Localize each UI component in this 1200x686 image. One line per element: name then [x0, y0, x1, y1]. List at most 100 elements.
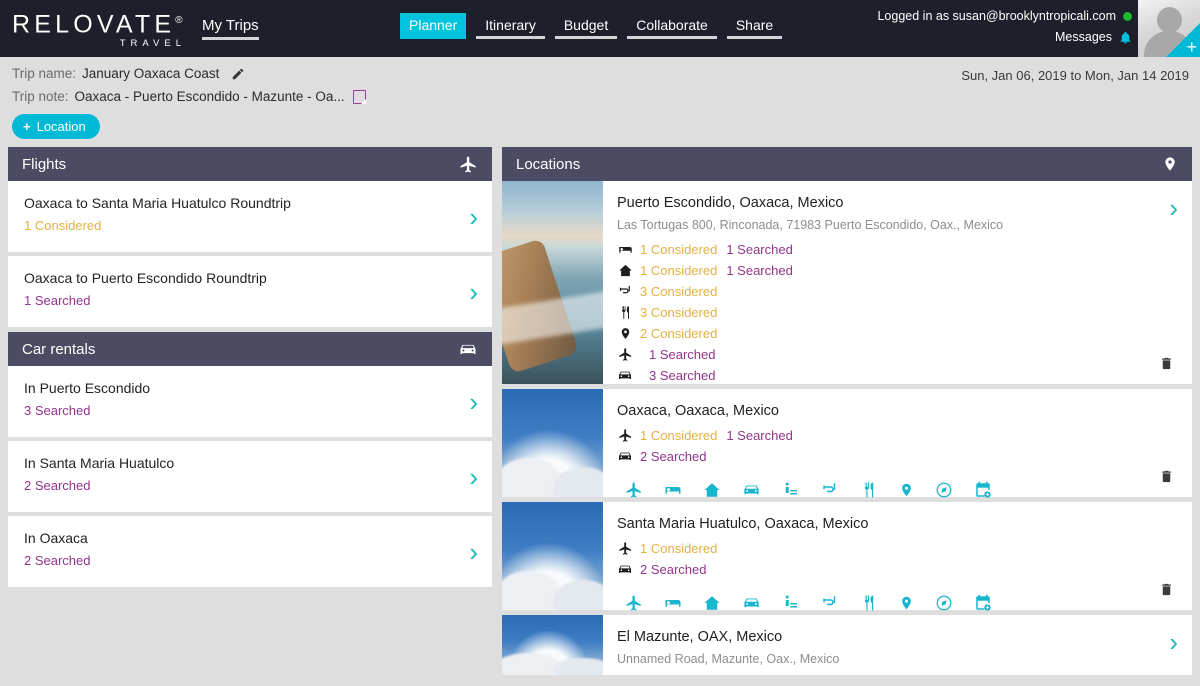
logged-in-label: Logged in as susan@brooklyntropicali.com	[877, 9, 1116, 23]
action-activity-icon[interactable]	[782, 481, 800, 499]
flight-item[interactable]: Oaxaca to Santa Maria Huatulco Roundtrip…	[8, 181, 492, 252]
left-column: Flights Oaxaca to Santa Maria Huatulco R…	[8, 147, 492, 675]
action-compass-icon[interactable]	[935, 481, 953, 499]
considered-count: 1 Considered	[640, 540, 718, 556]
chevron-right-icon[interactable]: ›	[1169, 195, 1178, 221]
car-rental-item-title: In Puerto Escondido	[24, 380, 151, 396]
location-stat-row: 1 Considered 1 Searched	[617, 426, 1176, 444]
location-stat-row: 3 Searched	[617, 366, 1176, 384]
location-card[interactable]: Santa Maria Huatulco, Oaxaca, Mexico 1 C…	[502, 502, 1192, 612]
trip-info-bar: Trip name: January Oaxaca Coast Trip not…	[0, 57, 1200, 147]
flights-panel-header: Flights	[8, 147, 492, 181]
messages-link[interactable]: Messages	[1055, 27, 1112, 48]
considered-count: 3 Considered	[640, 283, 718, 299]
searched-count: 2 Searched	[640, 561, 707, 577]
action-map-pin-icon[interactable]	[899, 481, 914, 499]
location-name: Oaxaca, Oaxaca, Mexico	[617, 403, 779, 419]
car-rentals-panel-header: Car rentals	[8, 332, 492, 366]
location-thumbnail	[502, 181, 603, 384]
note-icon[interactable]	[352, 89, 366, 104]
location-thumbnail	[502, 389, 603, 497]
avatar[interactable]: +	[1138, 0, 1200, 57]
location-stat-row: 2 Searched	[617, 560, 1176, 578]
house-icon	[617, 263, 633, 278]
chevron-right-icon[interactable]: ›	[469, 464, 478, 490]
trip-note-label: Trip note:	[12, 89, 69, 104]
trip-note-value: Oaxaca - Puerto Escondido - Mazunte - Oa…	[74, 89, 345, 104]
locations-panel-title: Locations	[516, 155, 581, 173]
car-rental-item[interactable]: In Santa Maria Huatulco 2 Searched ›	[8, 441, 492, 512]
location-card[interactable]: Puerto Escondido, Oaxaca, Mexico Las Tor…	[502, 181, 1192, 417]
location-stat-row: 3 Considered	[617, 303, 1176, 321]
locations-panel: Locations Puerto Escondido, Oaxaca, Mexi…	[502, 147, 1192, 675]
plus-icon: +	[23, 119, 31, 134]
location-stat-row: 1 Considered 1 Searched	[617, 261, 1176, 279]
action-bed-icon[interactable]	[664, 481, 682, 499]
action-calendar-add-icon[interactable]	[974, 594, 992, 612]
tab-planner[interactable]: Planner	[400, 13, 467, 39]
flight-item[interactable]: Oaxaca to Puerto Escondido Roundtrip 1 S…	[8, 256, 492, 327]
trip-name-label: Trip name:	[12, 66, 77, 81]
location-name: El Mazunte, OAX, Mexico	[617, 629, 783, 645]
flights-panel-title: Flights	[22, 155, 67, 173]
bed-icon	[617, 242, 633, 257]
restaurant-icon	[617, 305, 633, 320]
brand-logo[interactable]: RELOVATE® TRAVEL	[0, 8, 190, 49]
action-map-pin-icon[interactable]	[899, 594, 914, 612]
considered-count: 1 Considered	[640, 241, 718, 257]
action-house-icon[interactable]	[703, 481, 721, 499]
bell-icon[interactable]	[1119, 31, 1132, 45]
location-card[interactable]: El Mazunte, OAX, Mexico Unnamed Road, Ma…	[502, 615, 1192, 675]
tab-share[interactable]: Share	[726, 13, 783, 39]
chevron-right-icon[interactable]: ›	[1169, 629, 1178, 655]
chevron-right-icon[interactable]: ›	[469, 279, 478, 305]
chevron-right-icon[interactable]: ›	[469, 204, 478, 230]
delete-location-icon[interactable]	[1159, 581, 1174, 598]
car-rentals-panel: Car rentals In Puerto Escondido 3 Search…	[8, 332, 492, 587]
add-location-button[interactable]: + Location	[12, 114, 100, 139]
action-bed-icon[interactable]	[664, 594, 682, 612]
car-rental-item[interactable]: In Oaxaca 2 Searched ›	[8, 516, 492, 587]
car-rental-item-title: In Oaxaca	[24, 530, 88, 546]
car-icon	[617, 561, 633, 577]
action-activity-icon[interactable]	[782, 594, 800, 612]
chevron-right-icon[interactable]: ›	[469, 389, 478, 415]
action-calendar-add-icon[interactable]	[974, 481, 992, 499]
action-restaurant-icon[interactable]	[860, 481, 878, 499]
car-rental-item-title: In Santa Maria Huatulco	[24, 455, 175, 471]
considered-count: 1 Considered	[640, 262, 718, 278]
location-details: Santa Maria Huatulco, Oaxaca, Mexico 1 C…	[603, 502, 1192, 612]
action-plane-icon[interactable]	[625, 594, 643, 612]
location-card[interactable]: Oaxaca, Oaxaca, Mexico 1 Considered 1 Sea…	[502, 389, 1192, 499]
action-plane-icon[interactable]	[625, 481, 643, 499]
location-details: Oaxaca, Oaxaca, Mexico 1 Considered 1 Sea…	[603, 389, 1192, 499]
my-trips-link[interactable]: My Trips	[202, 17, 259, 40]
tab-itinerary[interactable]: Itinerary	[476, 13, 545, 39]
considered-count: 2 Considered	[640, 325, 718, 341]
chevron-right-icon[interactable]: ›	[469, 539, 478, 565]
trip-note-row: Trip note: Oaxaca - Puerto Escondido - M…	[12, 89, 1200, 104]
tab-collaborate[interactable]: Collaborate	[627, 13, 717, 39]
tab-budget[interactable]: Budget	[554, 13, 618, 39]
car-rental-item[interactable]: In Puerto Escondido 3 Searched ›	[8, 366, 492, 437]
searched-count: 3 Searched	[24, 403, 91, 418]
action-snorkel-icon[interactable]	[821, 594, 839, 612]
action-car-icon[interactable]	[742, 593, 761, 612]
pencil-icon[interactable]	[231, 67, 245, 81]
location-stat-row: 2 Searched	[617, 447, 1176, 465]
locations-panel-header: Locations	[502, 147, 1192, 181]
considered-count: 1 Considered	[24, 218, 102, 233]
action-house-icon[interactable]	[703, 594, 721, 612]
delete-location-icon[interactable]	[1159, 355, 1174, 372]
add-icon[interactable]: +	[1186, 38, 1197, 56]
location-thumbnail	[502, 502, 603, 610]
delete-location-icon[interactable]	[1159, 468, 1174, 485]
add-location-label: Location	[36, 119, 86, 134]
location-stat-row: 1 Considered 1 Searched	[617, 240, 1176, 258]
brand-name: RELOVATE	[12, 10, 176, 39]
action-snorkel-icon[interactable]	[821, 481, 839, 499]
action-compass-icon[interactable]	[935, 594, 953, 612]
action-restaurant-icon[interactable]	[860, 594, 878, 612]
location-stat-row: 1 Considered	[617, 539, 1176, 557]
action-car-icon[interactable]	[742, 480, 761, 499]
